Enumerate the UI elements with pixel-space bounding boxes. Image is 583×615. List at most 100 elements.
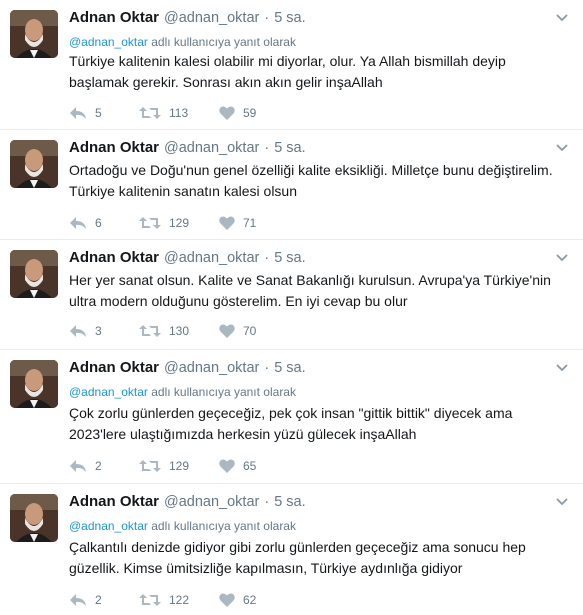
separator-dot: ·: [264, 140, 270, 156]
author-handle[interactable]: @adnan_oktar: [164, 360, 259, 376]
reply-button[interactable]: 5: [69, 106, 139, 120]
reply-context-text: adlı kullanıcıya yanıt olarak: [147, 385, 296, 399]
chevron-down-icon[interactable]: [555, 142, 569, 154]
reply-context: @adnan_oktar adlı kullanıcıya yanıt olar…: [69, 385, 296, 399]
chevron-down-icon[interactable]: [555, 496, 569, 508]
separator-dot: ·: [264, 10, 270, 26]
retweet-count: 122: [169, 593, 190, 607]
chevron-down-icon[interactable]: [555, 252, 569, 264]
retweet-icon: [139, 217, 161, 229]
tweet-actions: 2 129 65: [69, 456, 289, 476]
reply-count: 5: [95, 106, 102, 120]
tweet-text: Çalkantılı denizde gidiyor gibi zorlu gü…: [69, 539, 526, 576]
author-name[interactable]: Adnan Oktar: [69, 493, 159, 510]
reply-icon: [70, 594, 86, 606]
author-handle[interactable]: @adnan_oktar: [164, 250, 259, 266]
reply-button[interactable]: 3: [69, 324, 139, 338]
author-handle[interactable]: @adnan_oktar: [164, 140, 259, 156]
avatar[interactable]: [10, 250, 58, 298]
reply-mention-link[interactable]: @adnan_oktar: [69, 385, 148, 399]
like-button[interactable]: 70: [219, 324, 289, 338]
tweet-header: Adnan Oktar @adnan_oktar · 5 sa.: [69, 249, 563, 269]
avatar[interactable]: [10, 360, 58, 408]
avatar[interactable]: [10, 140, 58, 188]
reply-button[interactable]: 6: [69, 216, 139, 230]
reply-button[interactable]: 2: [69, 459, 139, 473]
author-name[interactable]: Adnan Oktar: [69, 139, 159, 156]
reply-context: @adnan_oktar adlı kullanıcıya yanıt olar…: [69, 35, 296, 49]
tweet-header: Adnan Oktar @adnan_oktar · 5 sa.: [69, 493, 563, 513]
retweet-button[interactable]: 113: [139, 106, 219, 120]
tweet-actions: 6 129 71: [69, 213, 289, 233]
tweet-header: Adnan Oktar @adnan_oktar · 5 sa.: [69, 139, 563, 159]
like-count: 71: [243, 216, 257, 230]
heart-icon: [219, 459, 235, 473]
tweet[interactable]: Adnan Oktar @adnan_oktar · 5 sa. Her yer…: [0, 240, 583, 350]
reply-count: 3: [95, 324, 102, 338]
separator-dot: ·: [264, 360, 270, 376]
tweet-time[interactable]: 5 sa.: [274, 360, 305, 376]
retweet-button[interactable]: 130: [139, 324, 219, 338]
reply-count: 2: [95, 593, 102, 607]
retweet-count: 113: [169, 106, 189, 120]
retweet-icon: [139, 325, 161, 337]
reply-context-text: adlı kullanıcıya yanıt olarak: [147, 519, 296, 533]
like-count: 70: [243, 324, 257, 338]
avatar[interactable]: [10, 10, 58, 58]
retweet-icon: [139, 107, 161, 119]
author-name[interactable]: Adnan Oktar: [69, 359, 159, 376]
retweet-count: 130: [169, 324, 190, 338]
separator-dot: ·: [264, 494, 270, 510]
tweet-text: Ortadoğu ve Doğu'nun genel özelliği kali…: [69, 162, 553, 199]
reply-button[interactable]: 2: [69, 593, 139, 607]
tweet[interactable]: Adnan Oktar @adnan_oktar · 5 sa. @adnan_…: [0, 484, 583, 615]
tweet-timeline: Adnan Oktar @adnan_oktar · 5 sa. @adnan_…: [0, 0, 583, 615]
retweet-icon: [139, 594, 161, 606]
separator-dot: ·: [264, 250, 270, 266]
reply-icon: [70, 217, 86, 229]
retweet-button[interactable]: 129: [139, 216, 219, 230]
tweet-text: Çok zorlu günlerden geçeceğiz, pek çok i…: [69, 405, 513, 442]
tweet[interactable]: Adnan Oktar @adnan_oktar · 5 sa. Ortadoğ…: [0, 130, 583, 240]
tweet[interactable]: Adnan Oktar @adnan_oktar · 5 sa. @adnan_…: [0, 0, 583, 130]
heart-icon: [219, 593, 235, 607]
reply-context-text: adlı kullanıcıya yanıt olarak: [147, 35, 296, 49]
author-handle[interactable]: @adnan_oktar: [164, 494, 259, 510]
like-button[interactable]: 65: [219, 459, 289, 473]
like-button[interactable]: 71: [219, 216, 289, 230]
reply-icon: [70, 460, 86, 472]
reply-count: 6: [95, 216, 102, 230]
retweet-count: 129: [169, 216, 190, 230]
tweet-actions: 5 113 59: [69, 103, 289, 123]
tweet-text: Her yer sanat olsun. Kalite ve Sanat Bak…: [69, 272, 551, 309]
tweet[interactable]: Adnan Oktar @adnan_oktar · 5 sa. @adnan_…: [0, 350, 583, 484]
reply-icon: [70, 107, 86, 119]
tweet-text: Türkiye kalitenin kalesi olabilir mi diy…: [69, 53, 506, 90]
heart-icon: [219, 216, 235, 230]
author-name[interactable]: Adnan Oktar: [69, 249, 159, 266]
reply-context: @adnan_oktar adlı kullanıcıya yanıt olar…: [69, 519, 296, 533]
chevron-down-icon[interactable]: [555, 12, 569, 24]
reply-mention-link[interactable]: @adnan_oktar: [69, 519, 148, 533]
tweet-time[interactable]: 5 sa.: [274, 10, 305, 26]
heart-icon: [219, 324, 235, 338]
tweet-time[interactable]: 5 sa.: [274, 140, 305, 156]
chevron-down-icon[interactable]: [555, 362, 569, 374]
reply-mention-link[interactable]: @adnan_oktar: [69, 35, 148, 49]
retweet-icon: [139, 460, 161, 472]
tweet-header: Adnan Oktar @adnan_oktar · 5 sa.: [69, 359, 563, 379]
avatar[interactable]: [10, 494, 58, 542]
tweet-time[interactable]: 5 sa.: [274, 250, 305, 266]
reply-count: 2: [95, 459, 102, 473]
tweet-header: Adnan Oktar @adnan_oktar · 5 sa.: [69, 9, 563, 29]
author-name[interactable]: Adnan Oktar: [69, 9, 159, 26]
heart-icon: [219, 106, 235, 120]
retweet-button[interactable]: 129: [139, 459, 219, 473]
tweet-time[interactable]: 5 sa.: [274, 494, 305, 510]
reply-icon: [70, 325, 86, 337]
like-button[interactable]: 62: [219, 593, 289, 607]
retweet-count: 129: [169, 459, 190, 473]
like-button[interactable]: 59: [219, 106, 289, 120]
retweet-button[interactable]: 122: [139, 593, 219, 607]
author-handle[interactable]: @adnan_oktar: [164, 10, 259, 26]
